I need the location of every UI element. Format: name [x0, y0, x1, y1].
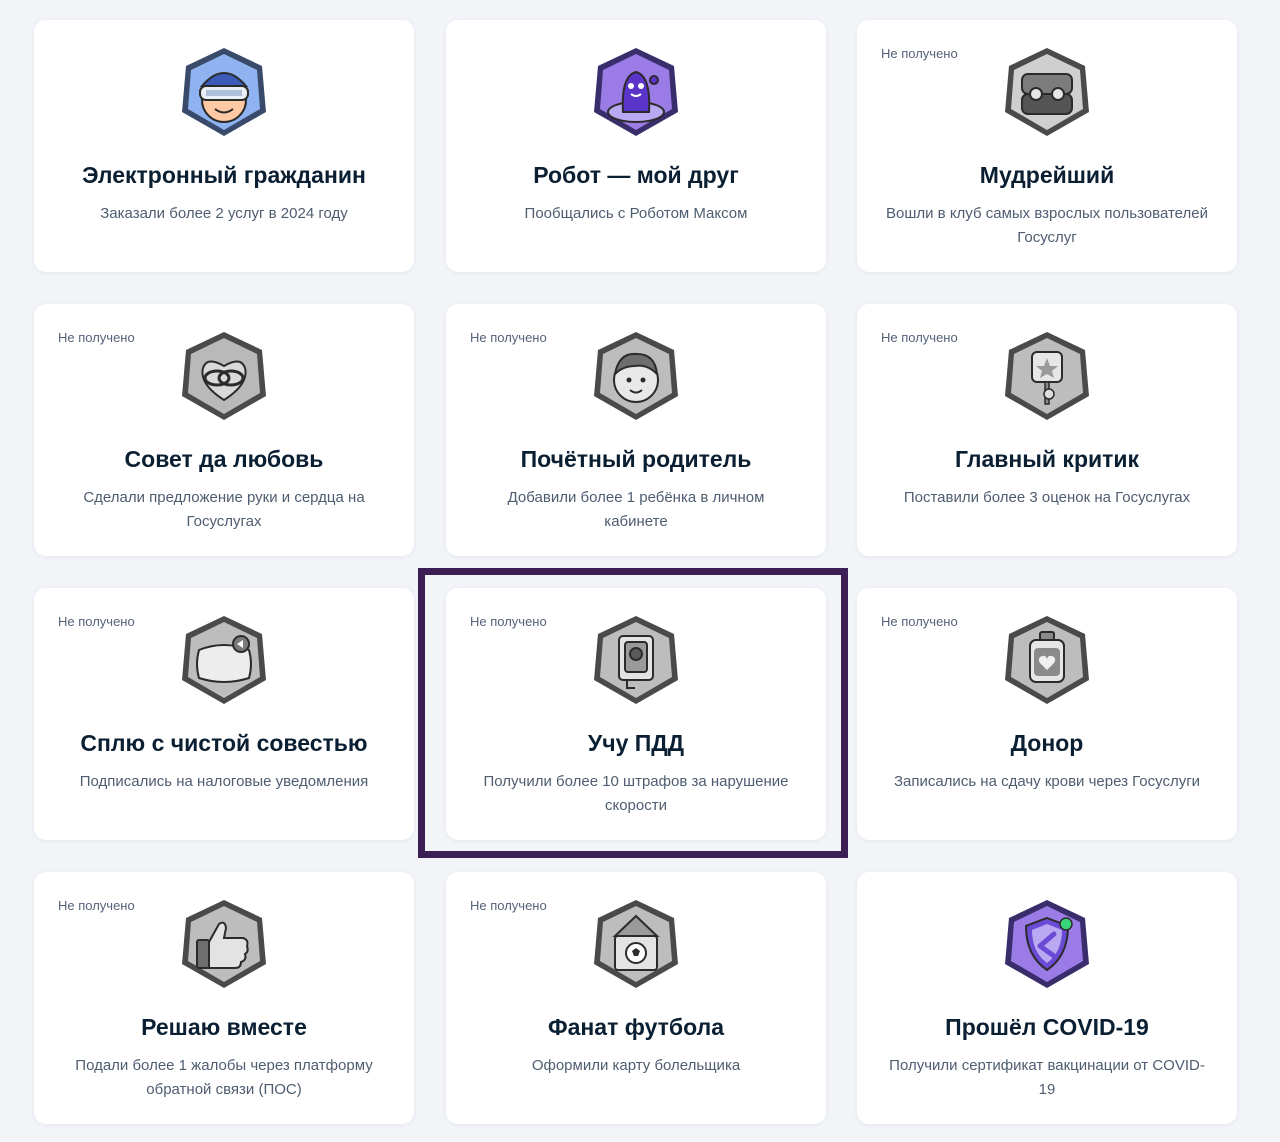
speed-camera-icon — [591, 614, 681, 706]
achievement-card-e-citizen[interactable]: Электронный гражданин Заказали более 2 у… — [34, 20, 414, 272]
achievement-title: Учу ПДД — [587, 730, 685, 756]
achievement-title: Мудрейший — [979, 162, 1115, 188]
achievement-description: Сделали предложение руки и сердца на Гос… — [83, 489, 365, 530]
achievement-description: Подписались на налоговые уведомления — [79, 773, 369, 790]
achievement-card-clear-conscience[interactable]: Не получено Сплю с чистой совестью Подпи… — [34, 588, 414, 840]
achievement-description: Оформили карту болельщика — [531, 1057, 741, 1074]
status-label: Не получено — [470, 898, 547, 913]
status-label: Не получено — [470, 330, 547, 345]
child-face-icon — [591, 330, 681, 422]
achievement-description: Пообщались с Роботом Максом — [524, 205, 748, 222]
achievement-description: Заказали более 2 услуг в 2024 году — [100, 205, 348, 222]
achievement-description: Записались на сдачу крови через Госуслуг… — [893, 773, 1201, 790]
achievement-title: Решаю вместе — [141, 1014, 307, 1040]
achievement-card-love-advice[interactable]: Не получено Совет да любовь Сделали пред… — [34, 304, 414, 556]
blood-bag-icon — [1002, 614, 1092, 706]
wedding-rings-icon — [179, 330, 269, 422]
achievement-description: Подали более 1 жалобы через платформу об… — [75, 1057, 373, 1098]
status-label: Не получено — [58, 330, 135, 345]
status-label: Не получено — [881, 614, 958, 629]
achievement-title: Фанат футбола — [547, 1014, 724, 1040]
status-label: Не получено — [58, 898, 135, 913]
achievement-description: Поставили более 3 оценок на Госуслугах — [903, 489, 1191, 506]
achievement-title: Совет да любовь — [124, 446, 324, 472]
achievements-grid: Электронный гражданин Заказали более 2 у… — [0, 0, 1280, 1142]
achievement-title: Сплю с чистой совестью — [80, 730, 368, 756]
achievement-description: Получили сертификат вакцинации от COVID-… — [889, 1057, 1205, 1098]
achievement-card-covid[interactable]: Прошёл COVID-19 Получили сертификат вакц… — [857, 872, 1237, 1124]
achievement-card-deciding-together[interactable]: Не получено Решаю вместе Подали более 1 … — [34, 872, 414, 1124]
achievement-description: Добавили более 1 ребёнка в личном кабине… — [507, 489, 765, 530]
status-label: Не получено — [881, 330, 958, 345]
achievement-card-football-fan[interactable]: Не получено Фанат футбола Оформили карту… — [446, 872, 826, 1124]
achievement-card-main-critic[interactable]: Не получено Главный критик Поставили бол… — [857, 304, 1237, 556]
achievement-title: Почётный родитель — [520, 446, 752, 472]
achievement-title: Прошёл COVID-19 — [945, 1014, 1149, 1040]
vaccine-shield-icon — [1002, 898, 1092, 990]
achievement-card-donor[interactable]: Не получено Донор Записались на сдачу кр… — [857, 588, 1237, 840]
rating-sign-icon — [1002, 330, 1092, 422]
achievement-card-honored-parent[interactable]: Не получено Почётный родитель Добавили б… — [446, 304, 826, 556]
status-label: Не получено — [470, 614, 547, 629]
robot-max-icon — [591, 46, 681, 138]
pillow-icon — [179, 614, 269, 706]
status-label: Не получено — [881, 46, 958, 61]
achievement-description: Вошли в клуб самых взрослых пользователе… — [886, 205, 1208, 246]
achievement-card-robot-friend[interactable]: Робот — мой друг Пообщались с Роботом Ма… — [446, 20, 826, 272]
achievement-description: Получили более 10 штрафов за нарушение с… — [483, 773, 789, 814]
achievement-title: Главный критик — [954, 446, 1140, 472]
glasses-case-icon — [1002, 46, 1092, 138]
achievement-card-learning-traffic-rules[interactable]: Не получено Учу ПДД Получили более 10 шт… — [446, 588, 826, 840]
achievement-title: Робот — мой друг — [533, 162, 739, 188]
achievement-title: Электронный гражданин — [82, 162, 366, 188]
vr-headset-person-icon — [179, 46, 269, 138]
achievement-card-wisest[interactable]: Не получено Мудрейший Вошли в клуб самых… — [857, 20, 1237, 272]
status-label: Не получено — [58, 614, 135, 629]
thumbs-up-icon — [179, 898, 269, 990]
football-card-icon — [591, 898, 681, 990]
achievement-title: Донор — [1010, 730, 1084, 756]
